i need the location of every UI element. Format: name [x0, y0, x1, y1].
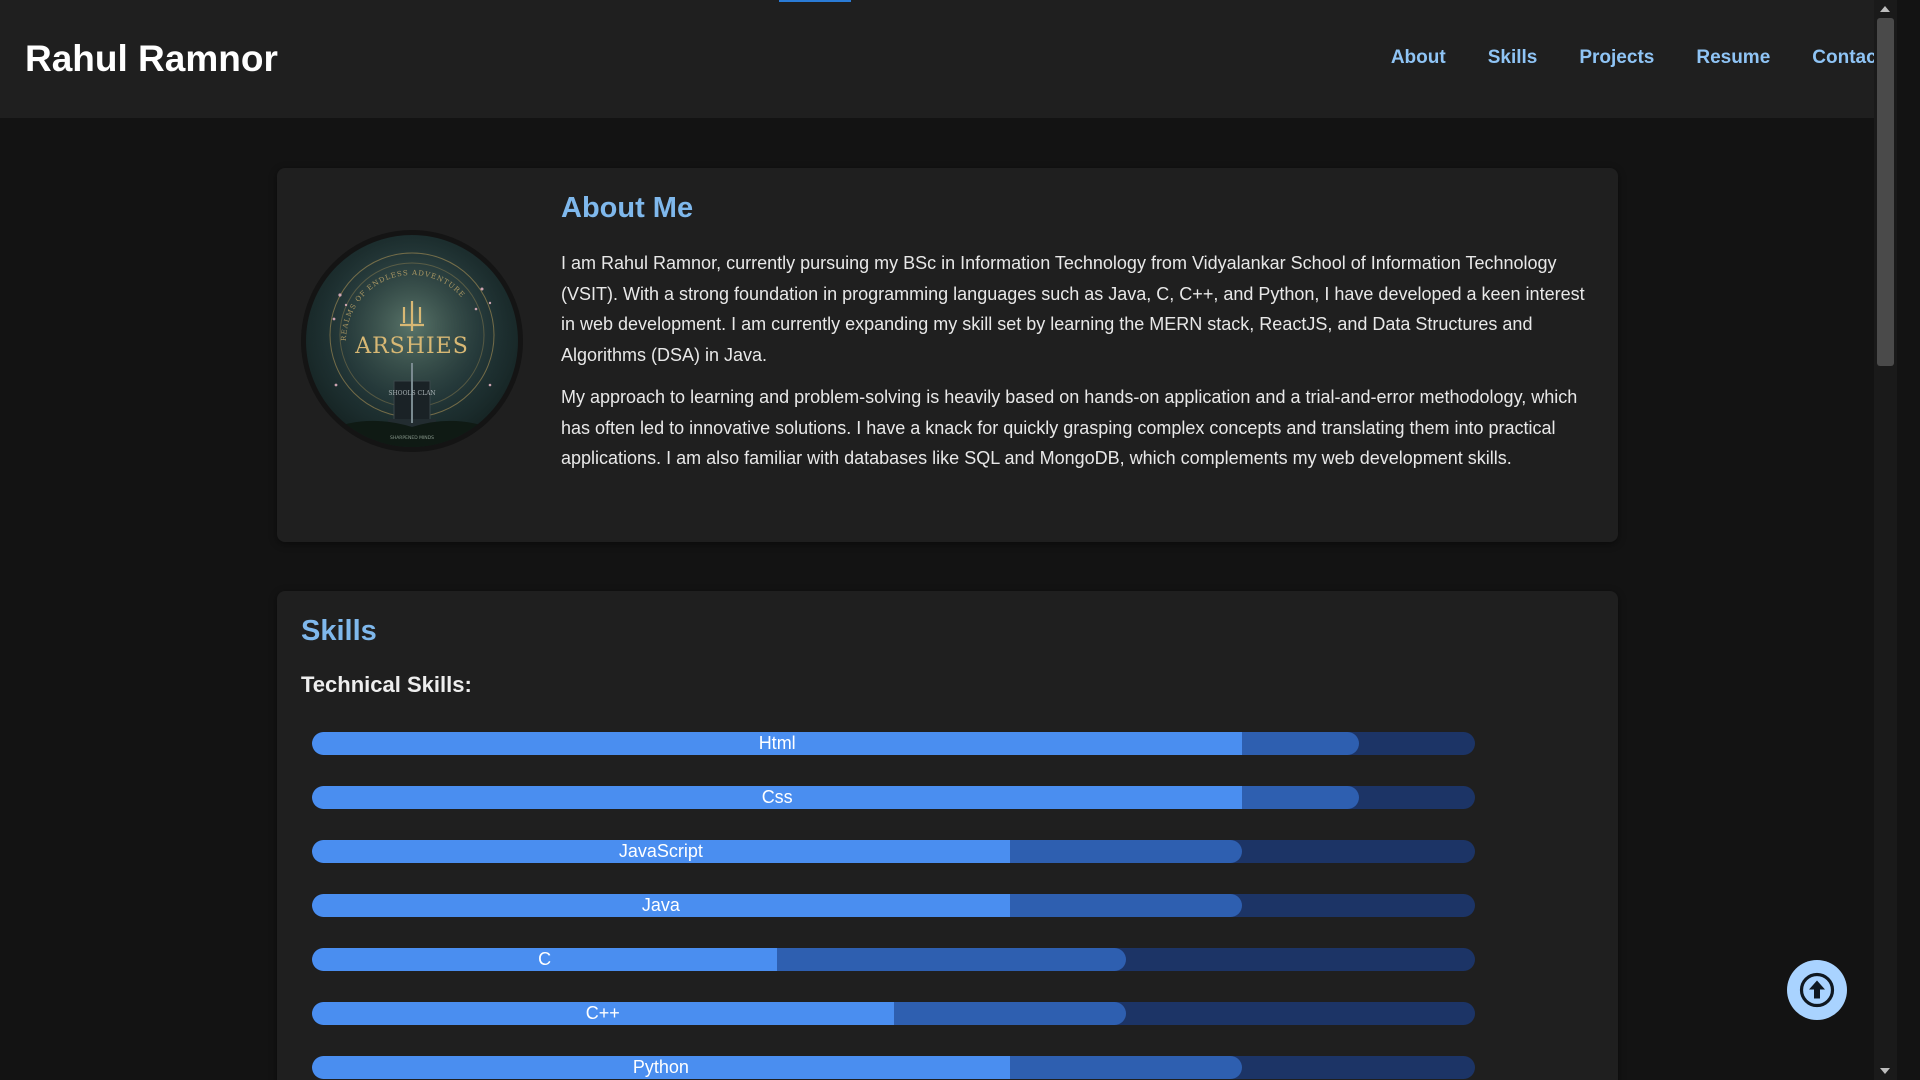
main-nav: About Skills Projects Resume Contact — [1391, 46, 1883, 70]
avatar-sign-text: SHOOLS CLAN — [388, 390, 435, 397]
skill-bar-label: C++ — [585, 1003, 620, 1023]
skill-bars: Html Css JavaScript Java C C++ Python — [312, 732, 1475, 1080]
about-text: I am Rahul Ramnor, currently pursuing my… — [561, 248, 1596, 486]
arrow-up-circle-icon — [1799, 972, 1835, 1008]
skill-bar-label: C — [538, 949, 552, 969]
page: Rahul Ramnor About Skills Projects Resum… — [0, 0, 1897, 1080]
avatar-logo-text: ARSHIES — [354, 334, 469, 359]
site-header: Rahul Ramnor About Skills Projects Resum… — [0, 0, 1897, 118]
scroll-up-arrow-icon[interactable] — [1880, 6, 1890, 12]
about-section: REALMS OF ENDLESS ADVENTURE ARSHIES SHOO… — [277, 168, 1618, 542]
skill-bar-css: Css — [312, 786, 1475, 809]
skill-bar-html: Html — [312, 732, 1475, 755]
technical-skills-heading: Technical Skills: — [301, 672, 472, 697]
skills-title: Skills — [301, 615, 377, 647]
about-title: About Me — [561, 192, 694, 224]
skill-bar-python: Python — [312, 1056, 1475, 1079]
nav-contact[interactable]: Contact — [1812, 46, 1883, 70]
skill-bar-label: Python — [632, 1057, 689, 1077]
back-to-top-button[interactable] — [1787, 960, 1847, 1020]
scrollbar[interactable] — [1874, 0, 1897, 1080]
nav-resume[interactable]: Resume — [1696, 46, 1770, 70]
skill-bar-java: Java — [312, 894, 1475, 917]
scroll-down-arrow-icon[interactable] — [1880, 1068, 1890, 1074]
profile-avatar: REALMS OF ENDLESS ADVENTURE ARSHIES SHOO… — [301, 230, 523, 452]
nav-about[interactable]: About — [1391, 46, 1446, 70]
avatar-bottom-text: SHARPENED MINDS — [390, 435, 434, 441]
about-paragraph-2: My approach to learning and problem-solv… — [561, 387, 1578, 468]
avatar-logo-image: REALMS OF ENDLESS ADVENTURE ARSHIES SHOO… — [308, 237, 516, 447]
about-paragraph-1: I am Rahul Ramnor, currently pursuing my… — [561, 253, 1585, 365]
skill-bar-label: Java — [641, 895, 680, 915]
skill-bar-label: JavaScript — [618, 841, 703, 861]
nav-projects[interactable]: Projects — [1579, 46, 1654, 70]
skills-section: Skills Technical Skills: Html Css JavaScri… — [277, 591, 1618, 1080]
site-title[interactable]: Rahul Ramnor — [25, 36, 278, 82]
scroll-thumb[interactable] — [1877, 18, 1894, 366]
skill-bar-javascript: JavaScript — [312, 840, 1475, 863]
skill-bar-cplusplus: C++ — [312, 1002, 1475, 1025]
active-indicator — [779, 0, 851, 2]
nav-skills[interactable]: Skills — [1488, 46, 1538, 70]
skill-bar-label: Css — [761, 787, 793, 807]
skill-bar-label: Html — [758, 733, 796, 753]
skill-bar-c: C — [312, 948, 1475, 971]
